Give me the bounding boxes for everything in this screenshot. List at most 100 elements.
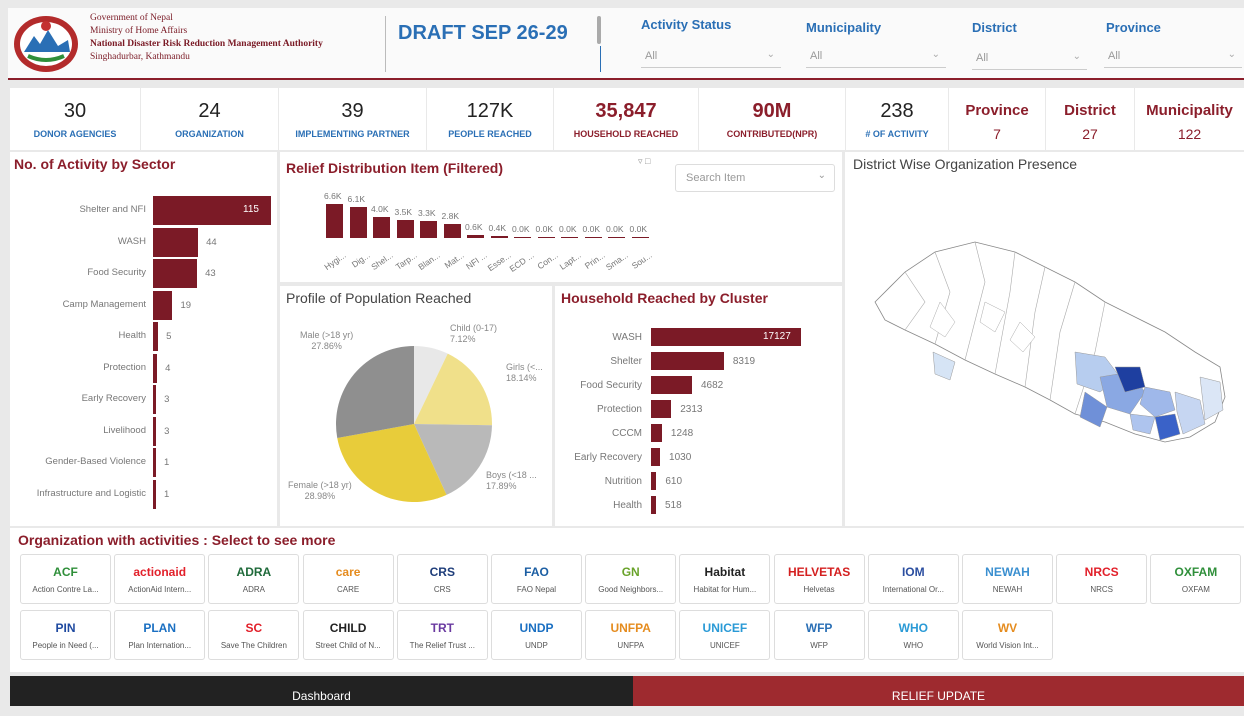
kpi-district: District 27 [1046,88,1134,150]
relief-bar[interactable] [490,235,508,238]
cluster-bar[interactable] [651,472,657,490]
pie-slice[interactable] [336,346,414,438]
org-tile[interactable]: WV World Vision Int... [962,610,1053,660]
org-name: Action Contre La... [32,585,99,594]
filter-province-select[interactable]: All ⌄ [1104,46,1242,68]
org-logo: HELVETAS [787,565,851,579]
relief-bar[interactable] [514,236,531,238]
sector-bar-value: 1 [164,457,170,468]
filter-activity-status-label: Activity Status [641,17,732,32]
filter-district-select[interactable]: All ⌄ [972,48,1087,70]
cluster-bar[interactable] [651,352,724,370]
cluster-bar-value: 8319 [732,356,756,367]
sector-bar[interactable] [153,227,199,257]
org-tile[interactable]: NRCS NRCS [1056,554,1148,604]
cluster-bar[interactable] [651,496,656,514]
org-tile[interactable]: OXFAM OXFAM [1150,554,1242,604]
relief-bar[interactable] [420,221,437,238]
sector-bar[interactable] [153,353,158,383]
sector-bar[interactable] [153,416,157,446]
header-divider [385,16,386,72]
district-map-panel: District Wise Organization Presence [845,152,1244,526]
kpi-organization: 24 ORGANIZATION [141,88,278,150]
org-tile[interactable]: GN Good Neighbors... [585,554,677,604]
org-tile[interactable]: HELVETAS Helvetas [773,554,865,604]
sector-bar[interactable] [153,259,198,288]
sector-bar[interactable] [153,479,156,509]
sector-bar-label: Camp Management [62,298,146,310]
relief-bar-value: 0.0K [582,223,601,234]
org-tile[interactable]: Habitat Habitat for Hum... [679,554,771,604]
header-divider-blue [600,46,601,72]
cluster-bar[interactable] [651,376,692,394]
sector-chart-panel: No. of Activity by Sector Shelter and NF… [10,152,277,526]
relief-bar[interactable] [467,234,484,238]
org-tile[interactable]: CHILD Street Child of N... [302,610,394,660]
org-logo: PLAN [143,621,177,635]
relief-bar[interactable] [443,223,461,238]
cluster-bar[interactable] [651,400,672,418]
relief-bar[interactable] [608,236,625,238]
relief-bar[interactable] [584,236,602,238]
chevron-down-icon: ⌄ [931,49,940,60]
org-tile[interactable]: UNICEF UNICEF [679,610,771,660]
org-tile[interactable]: WHO WHO [867,610,959,660]
org-tile[interactable]: NEWAH NEWAH [962,554,1053,604]
sector-bar[interactable] [153,322,159,351]
cluster-bar-label: Shelter [610,356,642,367]
cluster-bar-value: 1248 [670,428,694,439]
sector-bar-label: WASH [117,235,146,247]
filter-icon[interactable]: ▿ □ [638,156,650,167]
cluster-bar[interactable] [651,448,661,466]
org-tile[interactable]: actionaid ActionAid Intern... [114,554,206,604]
sector-bar[interactable] [153,448,156,477]
org-tile[interactable]: TRT The Relief Trust ... [396,610,488,660]
relief-bar[interactable] [561,236,578,238]
org-name: UNFPA [617,641,644,650]
sector-bar-value: 5 [166,331,172,342]
org-tile[interactable]: IOM International Or... [867,554,959,604]
org-tile[interactable]: SC Save The Children [208,610,300,660]
relief-bar[interactable] [631,236,649,238]
nepal-emblem-logo [12,12,80,74]
org-tile[interactable]: FAO FAO Nepal [491,554,582,604]
cluster-bar[interactable] [651,424,662,442]
chevron-down-icon: ⌄ [766,49,775,60]
org-tile[interactable]: PIN People in Need (... [20,610,111,660]
filter-activity-status-select[interactable]: All ⌄ [641,46,781,68]
org-name: International Or... [882,585,944,594]
relief-bar[interactable] [396,219,414,238]
org-tile[interactable]: WFP WFP [773,610,865,660]
search-item-select[interactable]: Search Item ⌄ [675,164,835,192]
scroll-handle[interactable] [597,16,601,44]
org-tile[interactable]: ADRA ADRA [208,554,300,604]
org-tile[interactable]: PLAN Plan Internation... [114,610,206,660]
relief-bar-value: 6.6K [324,191,342,201]
org-tile[interactable]: ACF Action Contre La... [20,554,111,604]
sector-bar[interactable] [153,385,157,414]
tab-relief-update[interactable]: RELIEF UPDATE [633,676,1244,706]
org-logo: FAO [524,565,549,579]
org-logo: CHILD [329,621,367,635]
relief-bar[interactable] [373,217,390,238]
sector-bar-label: Early Recovery [81,393,146,404]
nepal-district-map[interactable] [845,152,1244,526]
relief-bar-value: 6.1K [347,193,366,204]
relief-bar[interactable] [537,236,555,238]
relief-bar-value: 3.5K [394,206,413,217]
relief-bar[interactable] [349,206,367,238]
sector-bar[interactable] [153,290,173,320]
relief-bar[interactable] [326,204,343,238]
tab-dashboard[interactable]: Dashboard [10,676,633,706]
cluster-bars: WASH 17127 Shelter 8319 Food Security 4682 Pro… [555,328,842,526]
relief-bar-label: Hygi... [322,250,348,273]
org-tile[interactable]: care CARE [302,554,394,604]
org-logo: PIN [55,621,76,635]
org-tile[interactable]: UNDP UNDP [491,610,582,660]
org-tile[interactable]: UNFPA UNFPA [585,610,677,660]
org-name: UNICEF [710,641,740,650]
filter-municipality-select[interactable]: All ⌄ [806,46,946,68]
org-logo: UNFPA [610,621,651,635]
relief-bar-value: 0.0K [629,223,648,234]
org-tile[interactable]: CRS CRS [396,554,488,604]
